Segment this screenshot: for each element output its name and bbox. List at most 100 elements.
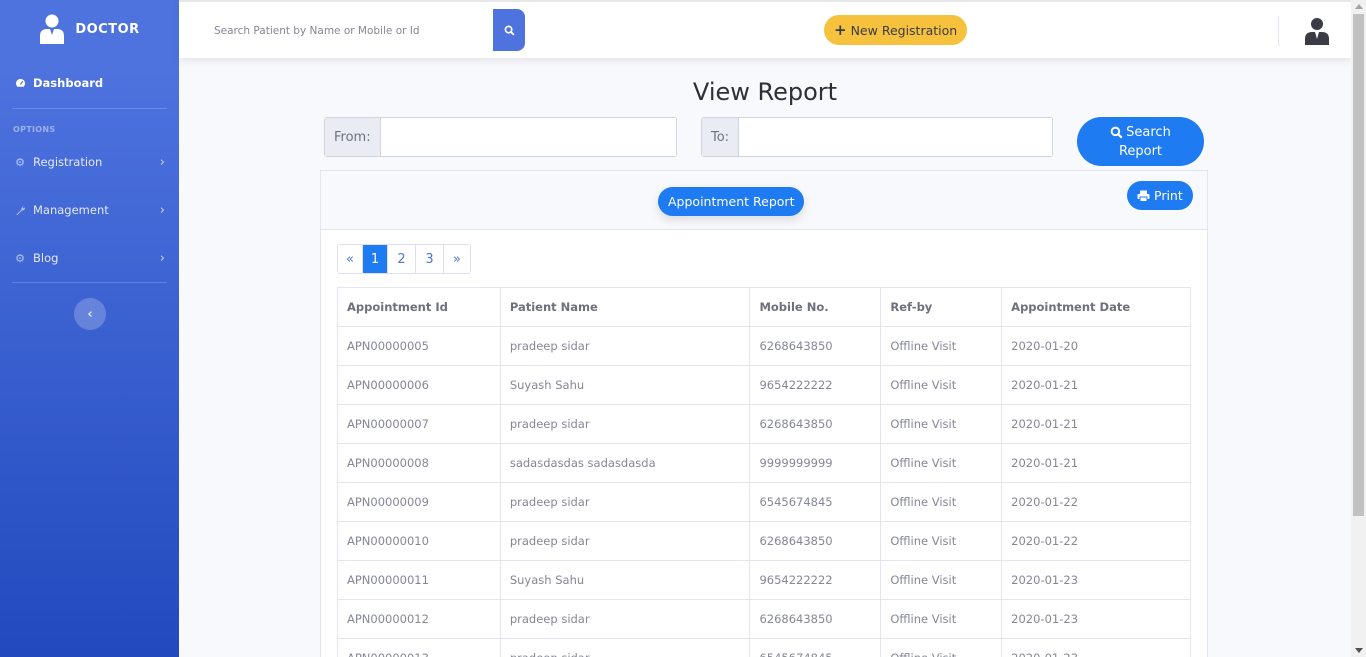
table-cell: 2020-01-23 [1001,638,1191,657]
sidebar-item-management[interactable]: Management › [0,186,179,234]
table-cell: pradeep sidar [499,521,751,561]
table-row[interactable]: APN00000013pradeep sidar6545674845Offlin… [337,638,1191,657]
sidebar-toggle-button[interactable]: ‹ [74,298,106,330]
doctor-icon [40,14,65,44]
sidebar-item-label: Management [33,203,109,217]
print-icon [1137,190,1150,202]
table-cell: pradeep sidar [499,326,751,366]
table-cell: 6268643850 [749,404,882,444]
gear-icon: ⚙ [15,155,25,169]
table-cell: 6268643850 [749,599,882,639]
table-cell: APN00000006 [337,365,501,405]
table-cell: pradeep sidar [499,599,751,639]
appointment-table: Appointment Id Patient Name Mobile No. R… [337,287,1191,657]
table-cell: 2020-01-21 [1001,404,1191,444]
user-avatar-icon[interactable] [1305,17,1329,45]
search-input[interactable] [201,11,493,51]
table-cell: Offline Visit [880,638,1003,657]
scroll-down-arrow-icon[interactable] [1355,648,1363,653]
table-cell: APN00000007 [337,404,501,444]
table-cell: pradeep sidar [499,404,751,444]
table-cell: APN00000013 [337,638,501,657]
sidebar-brand[interactable]: DOCTOR [0,0,179,58]
table-cell: 9999999999 [749,443,882,483]
page-1[interactable]: 1 [363,245,388,273]
sidebar-item-registration[interactable]: ⚙ Registration › [0,138,179,186]
sidebar-item-dashboard[interactable]: Dashboard [0,58,179,108]
table-cell: Offline Visit [880,521,1003,561]
search-icon [1110,126,1123,138]
new-registration-label: New Registration [850,22,958,38]
card-header: Appointment Report Print [321,171,1207,230]
table-cell: APN00000010 [337,521,501,561]
sidebar-item-label: Registration [33,155,103,169]
table-cell: APN00000005 [337,326,501,366]
table-cell: Offline Visit [880,326,1003,366]
column-header[interactable]: Patient Name [499,287,751,327]
search-button[interactable] [493,9,525,51]
table-cell: Offline Visit [880,443,1003,483]
chevron-right-icon: › [159,154,165,170]
new-registration-button[interactable]: + New Registration [824,15,968,45]
topbar: + New Registration [179,0,1351,58]
to-date-input[interactable] [739,118,1052,156]
scroll-up-arrow-icon[interactable] [1355,4,1363,9]
table-cell: 6268643850 [749,521,882,561]
table-cell: APN00000008 [337,443,501,483]
table-cell: 2020-01-22 [1001,482,1191,522]
column-header[interactable]: Appointment Date [1001,287,1191,327]
table-row[interactable]: APN00000005 pradeep sidar 6268643850 Offlin… [337,326,1191,366]
sidebar-divider [12,282,167,283]
table-row[interactable]: APN00000009 pradeep sidar 6545674845 Offlin… [337,482,1191,522]
search-report-label-2: Report [1118,143,1163,159]
print-button[interactable]: Print [1127,181,1193,210]
pagination: « 1 2 3 » [337,244,471,274]
report-card: Appointment Report Print « 1 2 3 » Appoi… [320,170,1208,657]
table-row[interactable]: APN00000007 pradeep sidar 6268643850 Offlin… [337,404,1191,444]
wrench-icon [14,204,26,216]
table-cell: APN00000012 [337,599,501,639]
column-header[interactable]: Ref-by [880,287,1003,327]
table-cell: 2020-01-21 [1001,365,1191,405]
sidebar: DOCTOR Dashboard OPTIONS ⚙ Registration … [0,0,179,657]
table-cell: Offline Visit [880,365,1003,405]
table-cell: pradeep sidar [499,482,751,522]
page-scrollbar[interactable] [1351,0,1366,657]
table-cell: 6545674845 [749,638,882,657]
page-next[interactable]: » [444,245,470,273]
scroll-thumb[interactable] [1353,14,1364,516]
table-cell: 2020-01-22 [1001,521,1191,561]
search-icon [504,25,515,36]
chevron-left-icon: ‹ [87,306,93,322]
to-label: To: [702,118,740,156]
chevron-right-icon: › [159,202,165,218]
sidebar-item-label: Dashboard [33,76,104,90]
search-report-button[interactable]: Search Report [1077,117,1204,166]
sidebar-item-blog[interactable]: ⚙ Blog › [0,234,179,282]
page-3[interactable]: 3 [416,245,444,273]
column-header[interactable]: Mobile No. [749,287,882,327]
table-row[interactable]: APN00000008 sadasdasdas sadasdasda 9999999… [337,443,1191,483]
table-row[interactable]: APN00000011 Suyash Sahu 9654222222 Offline … [337,560,1191,600]
table-cell: 6545674845 [749,482,882,522]
appointment-report-button[interactable]: Appointment Report [658,187,805,216]
page-2[interactable]: 2 [388,245,416,273]
table-cell: 2020-01-23 [1001,560,1191,600]
table-cell: 2020-01-20 [1001,326,1191,366]
search-report-label-1: Search [1126,124,1171,140]
table-cell: sadasdasdas sadasdasda [499,443,751,483]
table-row[interactable]: APN00000006 Suyash Sahu 9654222222 Offline … [337,365,1191,405]
sidebar-heading: OPTIONS [13,125,56,134]
table-cell: 6268643850 [749,326,882,366]
table-row[interactable]: APN00000010 pradeep sidar 6268643850 Offlin… [337,521,1191,561]
topbar-divider [1278,16,1279,46]
page-prev[interactable]: « [338,245,363,273]
table-cell: Offline Visit [880,599,1003,639]
column-header[interactable]: Appointment Id [337,287,501,327]
search-report-line1: Search [1110,123,1171,142]
table-row[interactable]: APN00000012 pradeep sidar 6268643850 Offlin… [337,599,1191,639]
plus-icon: + [834,21,847,39]
table-cell: Offline Visit [880,404,1003,444]
from-date-group: From: [324,117,677,157]
from-date-input[interactable] [380,118,676,156]
